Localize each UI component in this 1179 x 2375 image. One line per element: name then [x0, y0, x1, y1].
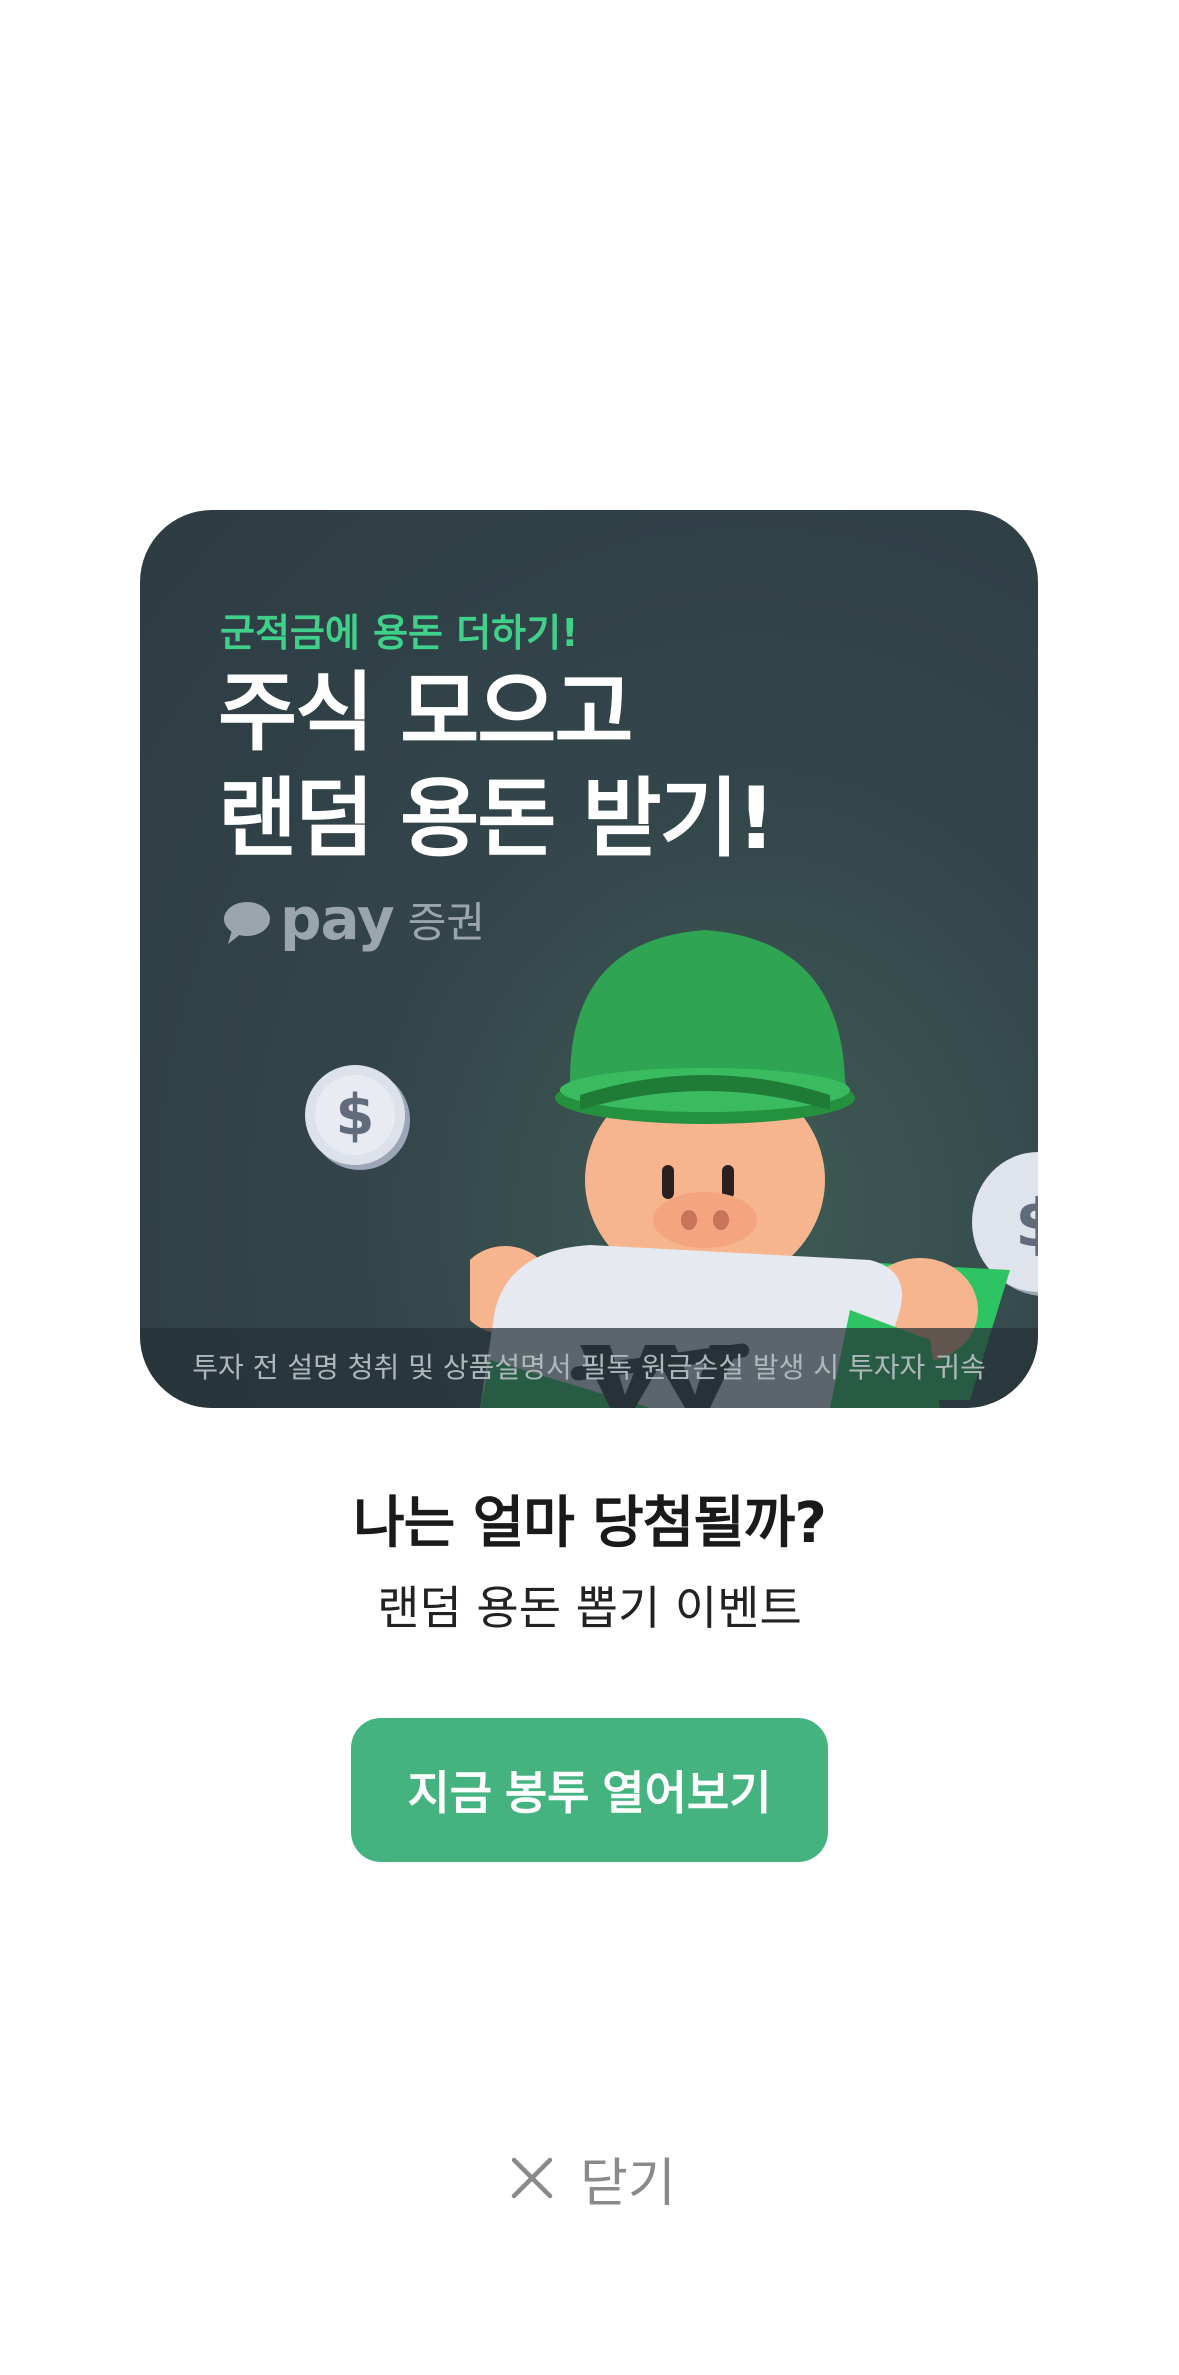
close-icon: [511, 2157, 553, 2199]
banner-title-line-1: 주식 모으고: [218, 663, 634, 763]
event-banner[interactable]: 군적금에 용돈 더하기! 주식 모으고 랜덤 용돈 받기! pay 증권 $ $: [140, 510, 1038, 1408]
close-label: 닫기: [580, 2153, 676, 2214]
brand-pay-text: pay: [280, 885, 395, 953]
speech-bubble-icon: [224, 902, 270, 944]
investment-disclaimer: 투자 전 설명 청취 및 상품설명서 필독 원금손실 발생 시 투자자 귀속: [192, 1351, 986, 1384]
banner-subtitle: 군적금에 용돈 더하기!: [220, 611, 579, 655]
popup-subheadline: 랜덤 용돈 뽑기 이벤트: [377, 1581, 802, 1635]
pig-soldier-mascot: [470, 930, 1010, 1408]
event-popup-page: 군적금에 용돈 더하기! 주식 모으고 랜덤 용돈 받기! pay 증권 $ $: [0, 0, 1179, 2375]
kakaopay-securities-logo: pay 증권: [222, 890, 485, 952]
popup-headline: 나는 얼마 당첨될까?: [353, 1491, 827, 1556]
coin-symbol: $: [336, 1083, 375, 1148]
open-envelope-button[interactable]: 지금 봉투 열어보기: [351, 1718, 828, 1862]
close-button[interactable]: 닫기: [508, 2142, 676, 2214]
dollar-coin-icon: $: [305, 1065, 410, 1170]
